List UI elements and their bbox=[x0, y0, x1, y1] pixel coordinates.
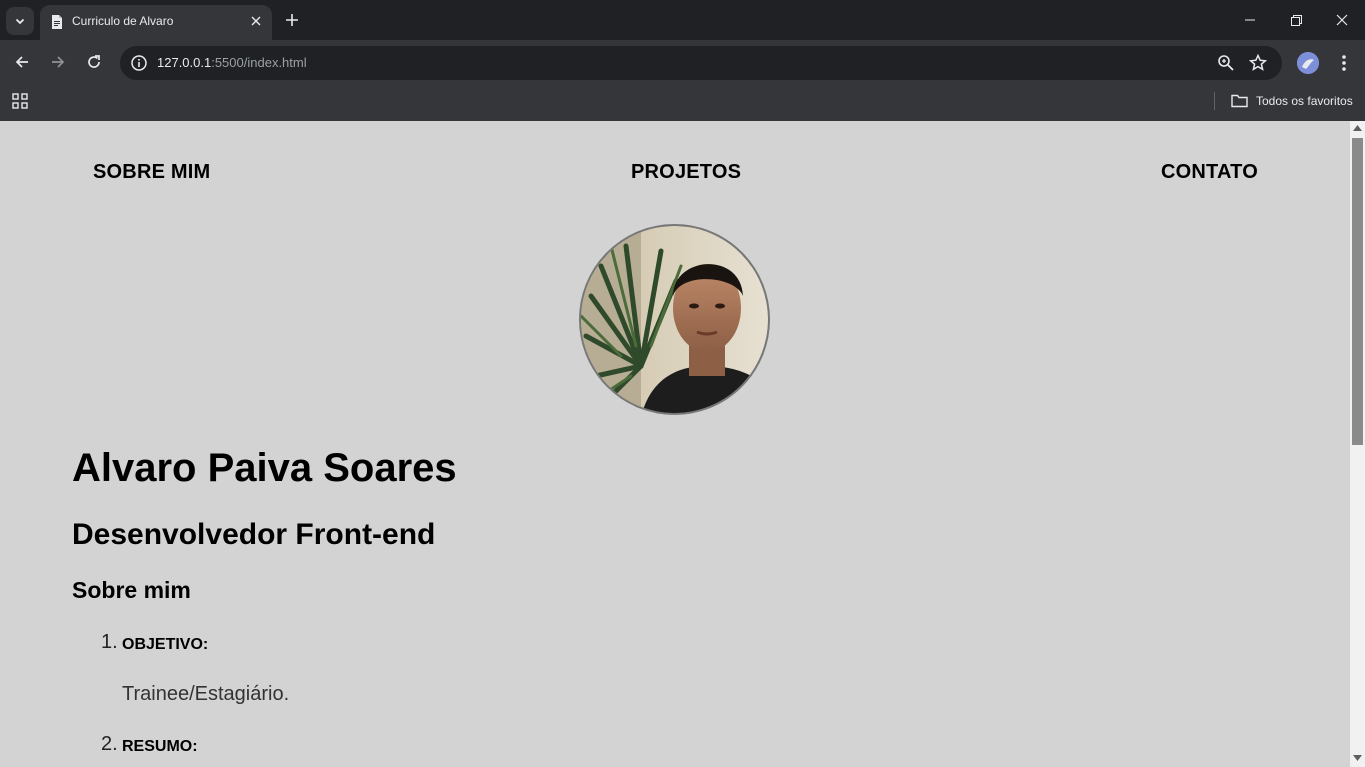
list-item-text: Trainee/Estagiário. bbox=[122, 683, 290, 705]
browser-toolbar: 127.0.0.1:5500/index.html bbox=[0, 40, 1365, 85]
document-icon bbox=[52, 15, 62, 29]
apps-grid-icon[interactable] bbox=[12, 93, 28, 109]
arrow-right-icon bbox=[52, 56, 65, 68]
page-scrollbar[interactable] bbox=[1350, 121, 1365, 767]
back-button[interactable] bbox=[7, 47, 37, 77]
plus-icon bbox=[286, 14, 298, 26]
chevron-down-icon bbox=[15, 18, 25, 25]
more-vert-icon[interactable] bbox=[1334, 50, 1354, 76]
list-item-title: OBJETIVO: bbox=[122, 636, 209, 653]
url-path: :5500/index.html bbox=[211, 55, 307, 70]
folder-icon bbox=[1231, 94, 1248, 108]
profile-photo-image bbox=[581, 226, 768, 413]
all-bookmarks-button[interactable]: Todos os favoritos bbox=[1231, 91, 1353, 111]
profile-photo bbox=[579, 224, 770, 415]
new-tab-button[interactable] bbox=[280, 8, 304, 32]
scrollbar-thumb[interactable] bbox=[1352, 138, 1363, 445]
list-item-number: 2. bbox=[101, 733, 118, 755]
nav-link-projetos[interactable]: PROJETOS bbox=[631, 161, 741, 184]
star-icon[interactable] bbox=[1248, 53, 1268, 73]
zoom-icon[interactable] bbox=[1216, 53, 1236, 73]
minimize-icon bbox=[1245, 19, 1255, 21]
avatar-icon bbox=[1297, 52, 1319, 74]
window-close-button[interactable] bbox=[1319, 0, 1365, 40]
reload-icon bbox=[88, 55, 100, 68]
page-viewport: SOBRE MIM PROJETOS CONTATO Alvaro Paiva … bbox=[0, 121, 1350, 767]
job-title: Desenvolvedor Front-end bbox=[72, 518, 436, 551]
all-bookmarks-label: Todos os favoritos bbox=[1256, 94, 1353, 108]
tab-close-button[interactable] bbox=[246, 11, 266, 31]
bookmarks-bar: Todos os favoritos bbox=[0, 85, 1365, 121]
url-host: 127.0.0.1 bbox=[157, 55, 212, 70]
close-icon bbox=[1336, 14, 1348, 26]
tab-search-button[interactable] bbox=[6, 7, 34, 35]
bookmarks-divider bbox=[1214, 92, 1215, 110]
restore-button[interactable] bbox=[1273, 0, 1319, 40]
url-text[interactable]: 127.0.0.1:5500/index.html bbox=[157, 55, 307, 70]
list-item-number: 1. bbox=[101, 631, 118, 653]
close-icon bbox=[251, 16, 261, 26]
profile-avatar[interactable] bbox=[1297, 52, 1319, 74]
tab-bar: Curriculo de Alvaro bbox=[0, 0, 1365, 40]
scroll-up-arrow-icon[interactable] bbox=[1353, 125, 1362, 131]
page-title: Alvaro Paiva Soares bbox=[72, 446, 457, 490]
info-icon[interactable] bbox=[130, 54, 148, 72]
tab-title: Curriculo de Alvaro bbox=[72, 14, 174, 28]
scroll-down-arrow-icon[interactable] bbox=[1353, 755, 1362, 761]
address-bar[interactable]: 127.0.0.1:5500/index.html bbox=[120, 46, 1282, 80]
nav-link-sobre-mim[interactable]: SOBRE MIM bbox=[93, 161, 210, 184]
arrow-left-icon bbox=[15, 56, 28, 68]
minimize-button[interactable] bbox=[1227, 0, 1273, 40]
list-item-title: RESUMO: bbox=[122, 738, 198, 755]
restore-icon bbox=[1290, 14, 1302, 26]
active-tab[interactable]: Curriculo de Alvaro bbox=[40, 5, 272, 40]
section-title-sobre-mim: Sobre mim bbox=[72, 577, 191, 603]
nav-link-contato[interactable]: CONTATO bbox=[1161, 161, 1258, 184]
reload-button[interactable] bbox=[79, 47, 109, 77]
forward-button[interactable] bbox=[43, 47, 73, 77]
